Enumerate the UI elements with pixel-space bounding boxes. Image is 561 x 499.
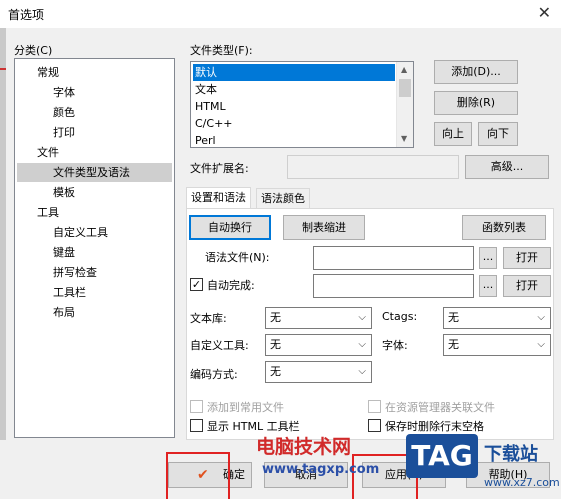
encoding-label: 编码方式:	[190, 368, 238, 381]
category-item[interactable]: 工具	[17, 203, 172, 222]
file-extension-input[interactable]	[287, 155, 459, 179]
autocomplete-checkbox[interactable]: ✓	[190, 278, 203, 291]
move-up-button[interactable]: 向上	[434, 122, 472, 146]
file-extension-label: 文件扩展名:	[190, 162, 249, 175]
autocomplete-browse-button[interactable]: ...	[479, 275, 497, 297]
category-item[interactable]: 字体	[17, 83, 172, 102]
ctags-value: 无	[448, 311, 459, 324]
library-value: 无	[270, 311, 281, 324]
close-icon[interactable]: ✕	[538, 3, 551, 22]
font-label: 字体:	[382, 339, 408, 352]
custom-tool-value: 无	[270, 338, 281, 351]
tab-syntax-colors[interactable]: 语法颜色	[256, 188, 310, 209]
show-html-toolbar-checkbox[interactable]	[190, 419, 203, 432]
watermark-tag-url: www.xz7.com	[484, 476, 560, 489]
syntax-file-open-button[interactable]: 打开	[503, 247, 551, 269]
file-type-item[interactable]: Perl	[193, 132, 395, 147]
scroll-thumb[interactable]	[399, 79, 411, 97]
edge-marker	[0, 68, 6, 70]
tab-indent-button[interactable]: 制表缩进	[283, 215, 365, 240]
autocomplete-open-button[interactable]: 打开	[503, 275, 551, 297]
autocomplete-label: 自动完成:	[207, 279, 255, 292]
watermark-site-name: 电脑技术网	[256, 436, 352, 458]
add-button[interactable]: 添加(D)...	[434, 60, 518, 84]
file-type-item[interactable]: 默认	[193, 64, 395, 81]
category-item[interactable]: 键盘	[17, 243, 172, 262]
chevron-down-icon: ⌵	[537, 312, 545, 323]
category-item[interactable]: 模板	[17, 183, 172, 202]
autocomplete-input[interactable]	[313, 274, 474, 298]
highlight-frame-ok	[166, 452, 230, 499]
tag-logo: TAG	[406, 434, 478, 478]
chevron-down-icon: ⌵	[537, 339, 545, 350]
chevron-down-icon: ⌵	[358, 366, 366, 377]
background-window-edge	[0, 28, 6, 499]
word-wrap-button[interactable]: 自动换行	[189, 215, 271, 240]
category-item[interactable]: 打印	[17, 123, 172, 142]
function-list-button[interactable]: 函数列表	[462, 215, 546, 240]
categories-label: 分类(C)	[14, 44, 53, 57]
ctags-select[interactable]: 无 ⌵	[443, 307, 551, 329]
tab-panel: 自动换行 制表缩进 函数列表 语法文件(N): ... 打开 ✓ 自动完成: .…	[186, 208, 554, 440]
file-type-item[interactable]: C/C++	[193, 115, 395, 132]
font-select[interactable]: 无 ⌵	[443, 334, 551, 356]
title-bar: 首选项 ✕	[0, 0, 561, 28]
explorer-assoc-checkbox[interactable]	[368, 400, 381, 413]
trim-trailing-label: 保存时删除行末空格	[385, 420, 484, 433]
category-item[interactable]: 布局	[17, 303, 172, 322]
custom-tool-label: 自定义工具:	[190, 339, 249, 352]
font-value: 无	[448, 338, 459, 351]
file-type-item[interactable]: 文本	[193, 81, 395, 98]
category-item[interactable]: 颜色	[17, 103, 172, 122]
watermark-site-url: www.tagxp.com	[262, 462, 380, 477]
scroll-down-icon[interactable]: ▼	[401, 134, 407, 143]
category-item[interactable]: 文件类型及语法	[17, 163, 172, 182]
syntax-file-browse-button[interactable]: ...	[479, 247, 497, 269]
chevron-down-icon: ⌵	[358, 339, 366, 350]
tab-strip: 设置和语法 语法颜色	[186, 187, 551, 210]
add-common-checkbox[interactable]	[190, 400, 203, 413]
explorer-assoc-label: 在资源管理器关联文件	[385, 401, 495, 414]
category-tree[interactable]: 常规 字体 颜色 打印 文件 文件类型及语法 模板 工具 自定义工具 键盘 拼写检查 工具栏 布局	[14, 58, 175, 438]
custom-tool-select[interactable]: 无 ⌵	[265, 334, 372, 356]
category-item[interactable]: 常规	[17, 63, 172, 82]
ctags-label: Ctags:	[382, 310, 418, 323]
syntax-file-input[interactable]	[313, 246, 474, 270]
category-item[interactable]: 工具栏	[17, 283, 172, 302]
add-common-label: 添加到常用文件	[207, 401, 284, 414]
encoding-value: 无	[270, 365, 281, 378]
category-item[interactable]: 自定义工具	[17, 223, 172, 242]
chevron-down-icon: ⌵	[358, 312, 366, 323]
window-title: 首选项	[8, 8, 45, 22]
delete-button[interactable]: 删除(R)	[434, 91, 518, 115]
library-select[interactable]: 无 ⌵	[265, 307, 372, 329]
syntax-file-label: 语法文件(N):	[205, 251, 270, 264]
file-type-item[interactable]: HTML	[193, 98, 395, 115]
category-item[interactable]: 拼写检查	[17, 263, 172, 282]
file-types-label: 文件类型(F):	[190, 44, 253, 57]
file-types-scrollbar[interactable]: ▲ ▼	[396, 62, 413, 147]
watermark-tag-subtitle: 下载站	[484, 444, 538, 465]
encoding-select[interactable]: 无 ⌵	[265, 361, 372, 383]
scroll-up-icon[interactable]: ▲	[401, 65, 407, 74]
category-item[interactable]: 文件	[17, 143, 172, 162]
trim-trailing-checkbox[interactable]	[368, 419, 381, 432]
tab-syntax-settings[interactable]: 设置和语法	[186, 187, 251, 210]
advanced-button[interactable]: 高级...	[465, 155, 549, 179]
library-label: 文本库:	[190, 312, 227, 325]
file-types-list[interactable]: Perl C/C++ HTML 文本 默认 ▲ ▼	[190, 61, 414, 148]
move-down-button[interactable]: 向下	[478, 122, 518, 146]
